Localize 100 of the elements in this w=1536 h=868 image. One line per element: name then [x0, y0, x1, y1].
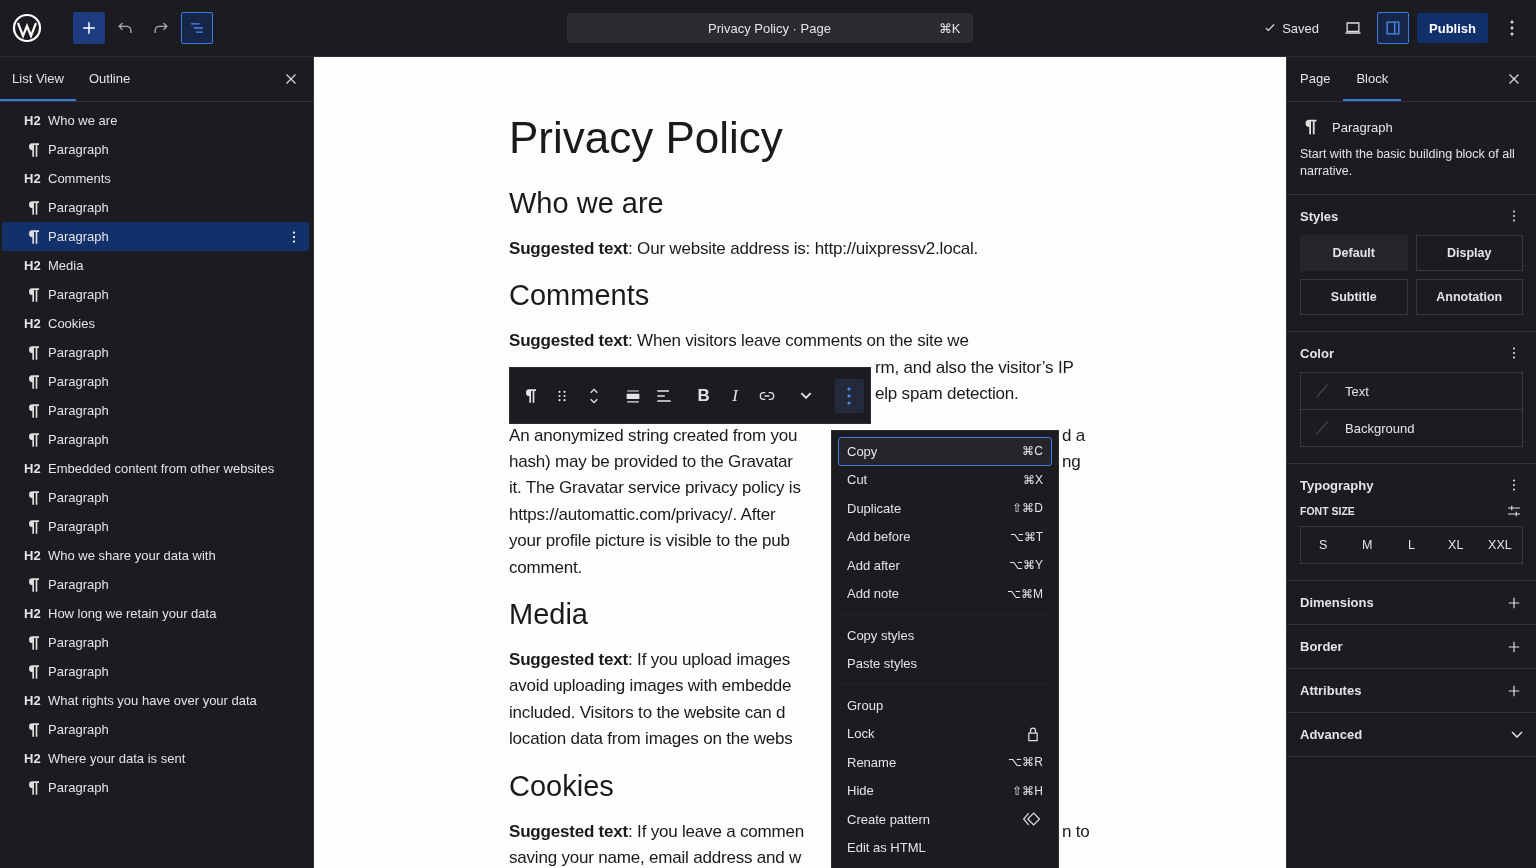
more-icon [1510, 20, 1514, 36]
panel-tab[interactable]: Outline [76, 57, 144, 101]
menu-item[interactable]: Hide ⇧⌘H [838, 776, 1052, 805]
color-option[interactable]: Background [1301, 409, 1522, 446]
list-view-item[interactable]: Paragraph [2, 193, 309, 222]
section-heading: Who we are [509, 186, 664, 221]
menu-item[interactable]: Lock [838, 719, 1052, 748]
text-line: included. Visitors to the website can d [509, 701, 786, 724]
block-name: Paragraph [1332, 119, 1393, 135]
section-title: Typography [1300, 477, 1374, 493]
text-line: your profile picture is visible to the pub [509, 530, 790, 553]
list-view-item[interactable]: Paragraph [2, 135, 309, 164]
font-size-option[interactable]: L [1389, 527, 1434, 563]
more-icon [847, 386, 852, 405]
panel-section[interactable]: Advanced [1287, 713, 1536, 757]
panel-tab[interactable]: List View [0, 57, 76, 101]
sidebar-tab[interactable]: Page [1287, 57, 1344, 101]
text-line: hash) may be provided to the Gravatar [509, 451, 793, 474]
list-view-item[interactable]: Paragraph [2, 570, 309, 599]
list-view-item[interactable]: H2 Where your data is sent [2, 744, 309, 773]
add-block-button[interactable] [73, 12, 105, 44]
command-bar[interactable]: Privacy Policy · Page ⌘K [566, 13, 973, 43]
list-view-item[interactable]: H2 Who we are [2, 106, 309, 135]
menu-item[interactable]: Paste styles [838, 649, 1052, 678]
list-view-item[interactable]: H2 Who we share your data with [2, 541, 309, 570]
chevron-down-icon [1511, 731, 1523, 738]
menu-item[interactable]: Duplicate ⇧⌘D [838, 494, 1052, 523]
panel-section[interactable]: Attributes [1287, 669, 1536, 713]
list-view-item[interactable]: Paragraph [2, 280, 309, 309]
list-view-item[interactable]: Paragraph [2, 512, 309, 541]
menu-item[interactable]: Edit as HTML [838, 833, 1052, 862]
section-heading: Comments [509, 278, 650, 314]
publish-button[interactable]: Publish [1417, 13, 1488, 43]
font-size-option[interactable]: M [1345, 527, 1390, 563]
menu-item[interactable]: Create pattern [838, 805, 1052, 834]
font-size-option[interactable]: XL [1433, 527, 1478, 563]
list-view-item[interactable]: Paragraph [2, 367, 309, 396]
menu-item[interactable]: Add note ⌥⌘M [838, 579, 1052, 608]
list-view-item[interactable]: Paragraph [2, 338, 309, 367]
menu-item[interactable]: Copy ⌘C [838, 437, 1052, 466]
text-line: Suggested text: If you upload images [509, 649, 790, 672]
list-view-item[interactable]: Paragraph [2, 222, 309, 251]
text-line: Suggested text: When visitors leave comments on the site we [509, 331, 969, 351]
list-view-button[interactable] [181, 12, 213, 44]
bold-button[interactable]: B [689, 378, 719, 413]
settings-button[interactable] [1377, 12, 1410, 44]
list-view-item[interactable]: H2 Embedded content from other websites [2, 454, 309, 483]
style-option[interactable]: Annotation [1415, 279, 1523, 315]
text-line: Suggested text: Our website address is: http://uixpressv2.local. [509, 239, 979, 258]
font-size-option[interactable]: XXL [1477, 527, 1522, 563]
menu-item[interactable]: Group [838, 691, 1052, 720]
text-line: saving your name, email address and w [509, 847, 802, 868]
text-line: it. The Gravatar service privacy policy is [509, 477, 801, 500]
logo-icon[interactable] [11, 12, 43, 44]
list-view-item[interactable]: Paragraph [2, 657, 309, 686]
text-line: avoid uploading images with embedde [509, 675, 792, 698]
color-option[interactable]: Text [1301, 373, 1522, 409]
text-line: location data from images on the webs [509, 728, 793, 751]
text-line: Suggested text: If you leave a commen [509, 820, 804, 843]
list-view-item[interactable]: Paragraph [2, 425, 309, 454]
section-title: Styles [1300, 208, 1339, 224]
list-view-item[interactable]: H2 Comments [2, 164, 309, 193]
list-view-item[interactable]: H2 How long we retain your data [2, 599, 309, 628]
section-heading: Cookies [509, 768, 614, 804]
font-size-option[interactable]: S [1301, 527, 1346, 563]
text-line: d a [1062, 424, 1086, 447]
menu-item[interactable]: Add after ⌥⌘Y [838, 551, 1052, 580]
menu-item[interactable]: Copy styles [838, 621, 1052, 650]
style-option[interactable]: Subtitle [1300, 279, 1408, 315]
italic-button[interactable]: I [720, 378, 750, 413]
section-heading: Media [509, 597, 588, 633]
section-title: Color [1300, 345, 1334, 361]
block-description: Start with the basic building block of all narrative. [1300, 146, 1516, 180]
list-view-item[interactable]: Paragraph [2, 396, 309, 425]
page-title: Privacy Policy [509, 112, 783, 164]
text-line: An anonymized string created from you [509, 424, 798, 447]
text-line: elp spam detection. [875, 383, 1019, 406]
menu-item[interactable]: Rename ⌥⌘R [838, 748, 1052, 777]
text-line: n to [1062, 820, 1090, 843]
chevron-down-icon [799, 392, 812, 399]
list-view-item[interactable]: H2 Media [2, 251, 309, 280]
list-view-item[interactable]: Paragraph [2, 628, 309, 657]
list-view-item[interactable]: H2 What rights you have over your data [2, 686, 309, 715]
list-view-item[interactable]: Paragraph [2, 715, 309, 744]
menu-item[interactable]: Add before ⌥⌘T [838, 522, 1052, 551]
list-view-item[interactable]: H2 Cookies [2, 309, 309, 338]
style-option[interactable]: Display [1415, 235, 1523, 271]
panel-section[interactable]: Dimensions [1287, 581, 1536, 625]
text-line: https://automattic.com/privacy/. After [509, 503, 776, 526]
font-size-label: FONT SIZE [1300, 505, 1355, 517]
list-view-item[interactable]: Paragraph [2, 483, 309, 512]
text-line: comment. [509, 557, 583, 577]
text-line: ng [1062, 451, 1081, 474]
text-line: rm, and also the visitor’s IP [875, 356, 1074, 379]
saved-status: Saved [1282, 20, 1320, 36]
menu-item[interactable]: Cut ⌘X [838, 465, 1052, 494]
list-view-item[interactable]: Paragraph [2, 773, 309, 802]
sidebar-tab[interactable]: Block [1343, 57, 1402, 101]
style-option[interactable]: Default [1300, 235, 1408, 271]
panel-section[interactable]: Border [1287, 625, 1536, 669]
